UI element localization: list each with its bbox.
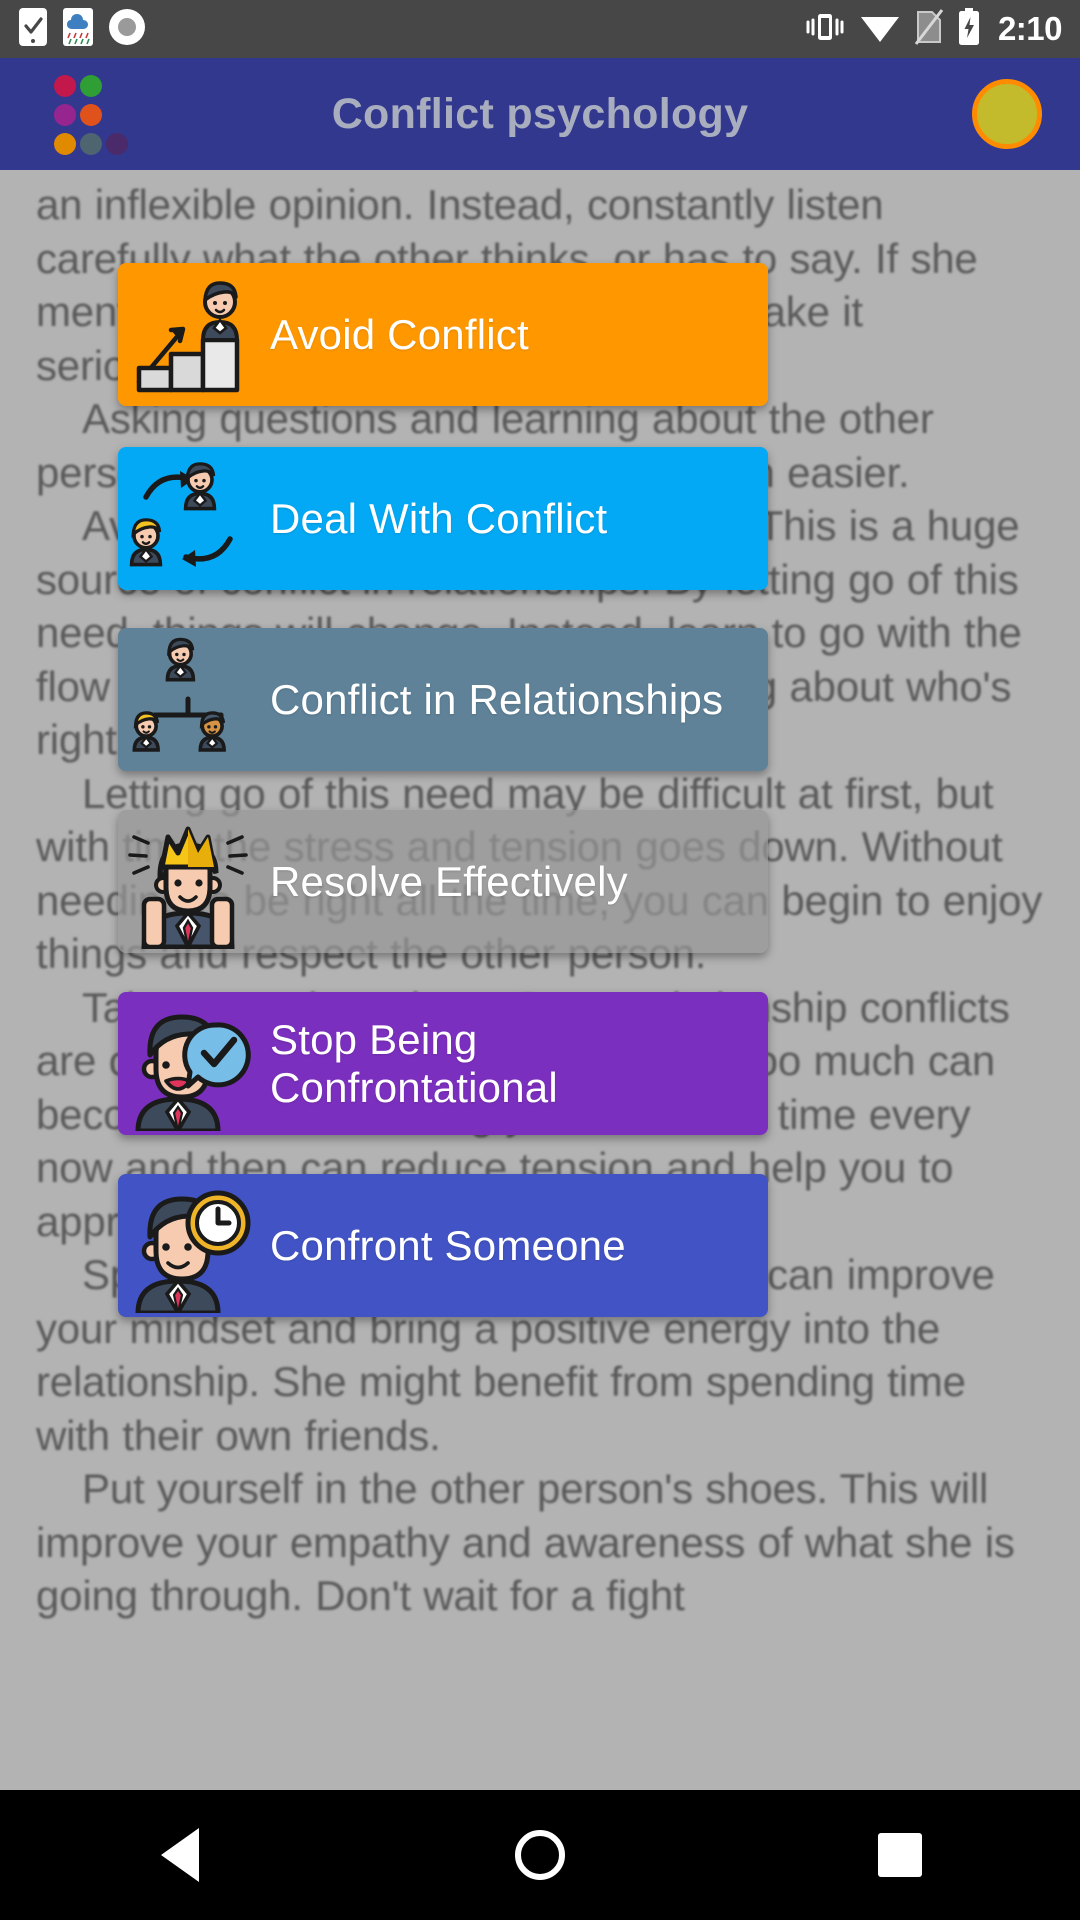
article-paragraph: Put yourself in the other person's shoes… <box>36 1465 1015 1619</box>
back-triangle-icon <box>161 1828 199 1882</box>
card-label: Stop Being Confrontational <box>270 1015 558 1111</box>
card-label: Conflict in Relationships <box>270 675 724 723</box>
status-bar-clock: 2:10 <box>997 10 1063 47</box>
app-dots-logo[interactable] <box>52 71 130 157</box>
card-confront-someone[interactable]: Confront Someone <box>118 1174 768 1317</box>
logo-dot-4 <box>54 103 76 126</box>
page-title: Conflict psychology <box>331 89 749 138</box>
card-label: Resolve Effectively <box>270 857 628 905</box>
logo-dot-8 <box>80 132 102 155</box>
recents-button[interactable] <box>820 1790 980 1920</box>
card-conflict-in-relationships[interactable]: Conflict in Relationships <box>118 628 768 771</box>
home-circle-icon <box>515 1830 565 1880</box>
logo-dot-1 <box>54 74 76 97</box>
people-hierarchy-icon <box>114 624 262 776</box>
wifi-icon <box>859 10 901 49</box>
user-avatar[interactable] <box>972 79 1042 149</box>
card-avoid-conflict[interactable]: Avoid Conflict <box>118 263 768 406</box>
android-navigation-bar <box>0 1790 1080 1920</box>
recents-square-icon <box>878 1833 922 1877</box>
status-bar-right-icons: 2:10 <box>804 7 1063 51</box>
crowned-person-icon <box>114 806 262 958</box>
person-speech-check-icon <box>114 988 262 1140</box>
status-bar-left-icons <box>18 7 146 52</box>
person-clock-icon <box>114 1170 262 1322</box>
sim-card-off-icon <box>914 8 944 51</box>
status-bar: 2:10 <box>0 0 1080 58</box>
logo-dot-3 <box>106 75 128 97</box>
person-climbing-stairs-icon <box>114 259 262 411</box>
card-label: Confront Someone <box>270 1221 626 1269</box>
article-background: an inflexible opinion. Instead, constant… <box>0 170 1080 1790</box>
logo-dot-5 <box>80 103 102 126</box>
card-stop-being-confrontational[interactable]: Stop Being Confrontational <box>118 992 768 1135</box>
logo-dot-7 <box>54 132 76 155</box>
card-deal-with-conflict[interactable]: Deal With Conflict <box>118 447 768 590</box>
battery-charging-icon <box>957 7 981 51</box>
vibrate-icon <box>804 9 846 50</box>
weather-app-icon <box>62 7 94 52</box>
card-resolve-effectively[interactable]: Resolve Effectively <box>118 810 768 953</box>
card-label: Avoid Conflict <box>270 310 529 358</box>
back-button[interactable] <box>100 1790 260 1920</box>
logo-dot-6 <box>106 104 128 126</box>
checkbox-phone-icon <box>18 7 48 52</box>
logo-dot-2 <box>80 74 102 97</box>
logo-dot-9 <box>106 132 128 155</box>
two-people-exchange-icon <box>114 443 262 595</box>
home-button[interactable] <box>460 1790 620 1920</box>
app-bar: Conflict psychology <box>0 58 1080 170</box>
phone-screen: 2:10 Conflict psychology an inflexible o… <box>0 0 1080 1920</box>
record-circle-icon <box>108 8 146 51</box>
card-label: Deal With Conflict <box>270 494 608 542</box>
